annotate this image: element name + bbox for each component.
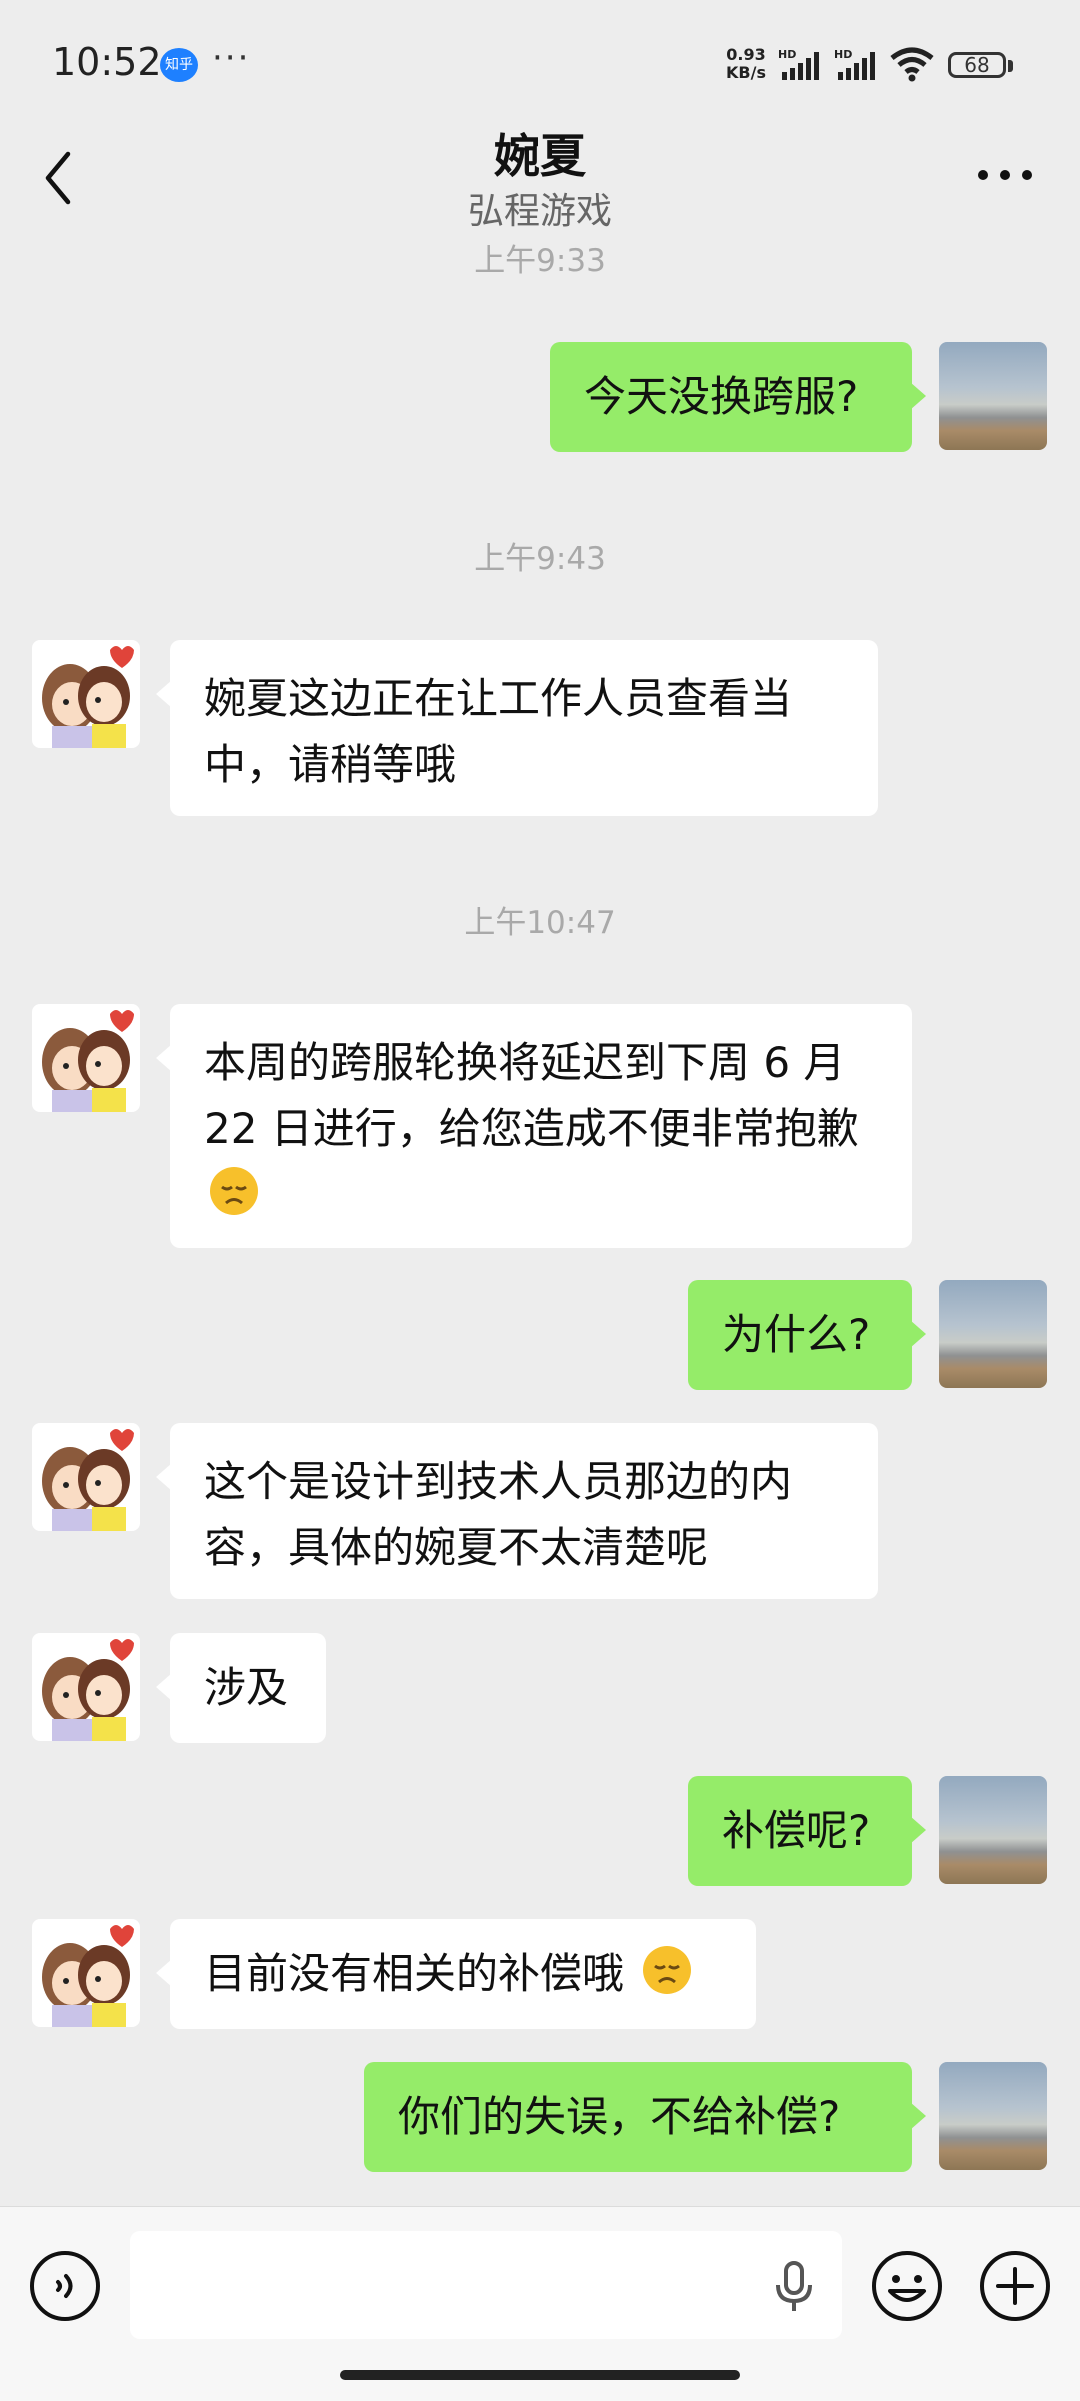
mic-icon[interactable] (770, 2259, 818, 2315)
message-bubble-sent[interactable]: 补偿呢? (688, 1776, 926, 1886)
cartoon-couple-avatar-icon (42, 1429, 134, 1531)
my-avatar[interactable] (939, 2062, 1047, 2170)
home-indicator[interactable] (340, 2370, 740, 2380)
message-bubble-received[interactable]: 涉及 (156, 1633, 326, 1743)
message-text: 目前没有相关的补偿哦 (204, 1949, 625, 1998)
message-text: 婉夏这边正在让工作人员查看当中，请稍等哦 (204, 674, 793, 789)
message-input[interactable] (130, 2231, 842, 2339)
net-speed-value: 0.93 (726, 45, 766, 64)
signal-icon-2: HD (834, 48, 875, 80)
sad-face-emoji-icon (643, 1946, 692, 1994)
status-time: 10:52 (52, 40, 162, 84)
message-bubble-sent[interactable]: 今天没换跨服? (550, 342, 926, 452)
voice-icon[interactable] (28, 2249, 102, 2323)
chat-header: 婉夏 弘程游戏 (0, 110, 1080, 240)
timestamp: 上午9:43 (474, 541, 606, 577)
chat-title: 婉夏 (494, 129, 586, 183)
message-bubble-sent[interactable]: 你们的失误，不给补偿? (364, 2062, 926, 2172)
emoji-icon[interactable] (870, 2249, 944, 2323)
message-text: 你们的失误，不给补偿? (398, 2092, 841, 2141)
message-bubble-received[interactable]: 这个是设计到技术人员那边的内容，具体的婉夏不太清楚呢 (156, 1423, 878, 1599)
message-bubble-received[interactable]: 本周的跨服轮换将延迟到下周 6 月 22 日进行，给您造成不便非常抱歉 (156, 1004, 912, 1248)
message-text: 补偿呢? (722, 1806, 871, 1855)
contact-avatar[interactable] (32, 1004, 140, 1112)
svg-text:HD: HD (778, 48, 796, 61)
cartoon-couple-avatar-icon (42, 646, 134, 748)
net-speed-unit: KB/s (726, 63, 766, 82)
contact-avatar[interactable] (32, 640, 140, 748)
timestamp: 上午10:47 (464, 905, 616, 941)
message-text: 今天没换跨服? (584, 372, 859, 421)
message-text: 本周的跨服轮换将延迟到下周 6 月 22 日进行，给您造成不便非常抱歉 (204, 1038, 859, 1153)
more-icon[interactable] (975, 165, 1035, 185)
contact-avatar[interactable] (32, 1633, 140, 1741)
message-text: 这个是设计到技术人员那边的内容，具体的婉夏不太清楚呢 (204, 1457, 793, 1572)
battery-indicator: 68 (948, 52, 1006, 78)
message-text: 涉及 (204, 1663, 289, 1712)
sad-face-emoji-icon (210, 1167, 258, 1215)
battery-tip (1008, 60, 1013, 72)
message-bubble-received[interactable]: 目前没有相关的补偿哦 (156, 1919, 756, 2029)
net-speed: 0.93 KB/s (718, 46, 774, 82)
cartoon-couple-avatar-icon (42, 1010, 134, 1112)
message-text: 为什么? (722, 1310, 871, 1359)
cartoon-couple-avatar-icon (42, 1925, 134, 2027)
contact-avatar[interactable] (32, 1423, 140, 1531)
my-avatar[interactable] (939, 342, 1047, 450)
zhihu-app-icon: 知乎 (160, 48, 198, 82)
contact-avatar[interactable] (32, 1919, 140, 2027)
wifi-icon (890, 47, 934, 82)
message-bubble-received[interactable]: 婉夏这边正在让工作人员查看当中，请稍等哦 (156, 640, 878, 816)
message-bubble-sent[interactable]: 为什么? (688, 1280, 926, 1390)
status-more-icon: ··· (212, 38, 251, 78)
cartoon-couple-avatar-icon (42, 1639, 134, 1741)
my-avatar[interactable] (939, 1776, 1047, 1884)
chat-subtitle: 弘程游戏 (467, 191, 612, 232)
timestamp: 上午9:33 (474, 243, 606, 279)
my-avatar[interactable] (939, 1280, 1047, 1388)
svg-text:HD: HD (834, 48, 852, 61)
plus-icon[interactable] (978, 2249, 1052, 2323)
signal-icon: HD (778, 48, 819, 80)
